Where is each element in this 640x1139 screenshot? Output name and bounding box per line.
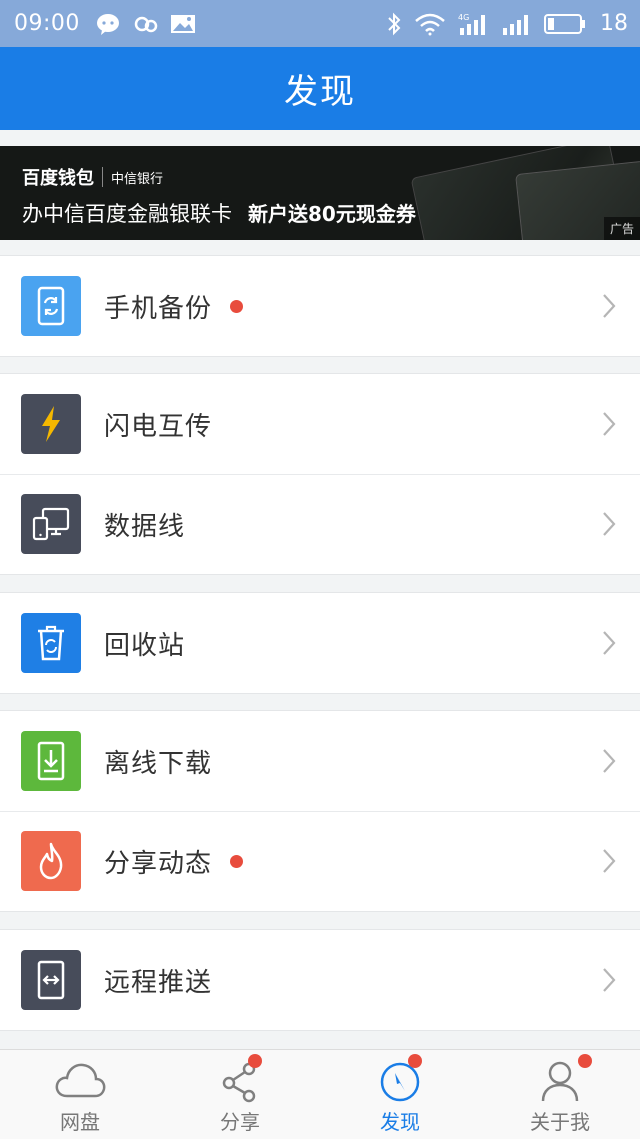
- menu-item-data-cable[interactable]: 数据线: [0, 474, 640, 574]
- banner-bank: 中信银行: [111, 171, 164, 187]
- flame-icon: [21, 831, 81, 891]
- menu-item-label: 闪电互传: [104, 411, 213, 442]
- menu-group-transfer: 闪电互传 数据线: [0, 373, 640, 575]
- devices-icon: [21, 494, 81, 554]
- bottom-tab-bar: 网盘 分享 发现 关于我: [0, 1049, 640, 1139]
- menu-item-remote-push[interactable]: 远程推送: [0, 930, 640, 1030]
- tab-label: 发现: [380, 1110, 420, 1134]
- svg-text:4G: 4G: [458, 13, 469, 22]
- image-icon: [170, 14, 195, 33]
- link-icon: [134, 16, 158, 32]
- notification-dot: [248, 1054, 262, 1068]
- tab-label: 网盘: [60, 1110, 100, 1134]
- trash-icon: [21, 613, 81, 673]
- menu-item-label: 离线下载: [104, 748, 213, 779]
- banner-brand: 百度钱包: [22, 168, 94, 189]
- wifi-icon: [415, 13, 445, 35]
- chevron-right-icon: [603, 294, 616, 318]
- notification-dot: [230, 299, 244, 313]
- menu-item-offline-download[interactable]: 离线下载: [0, 711, 640, 811]
- chevron-right-icon: [603, 512, 616, 536]
- status-bar: 09:00 4G 18: [0, 0, 640, 47]
- battery-level: 18: [600, 11, 628, 36]
- menu-item-label: 数据线: [104, 511, 186, 542]
- lightning-icon: [21, 394, 81, 454]
- menu-group-backup: 手机备份: [0, 255, 640, 357]
- menu-group-recycle: 回收站: [0, 592, 640, 694]
- download-icon: [21, 731, 81, 791]
- menu-group-download: 离线下载 分享动态: [0, 710, 640, 912]
- banner-divider: [102, 167, 103, 187]
- menu-item-label: 分享动态: [104, 848, 213, 879]
- chevron-right-icon: [603, 968, 616, 992]
- menu-item-share-feed[interactable]: 分享动态: [0, 811, 640, 911]
- menu-item-recycle-bin[interactable]: 回收站: [0, 593, 640, 693]
- wechat-icon: [96, 13, 119, 35]
- menu-item-label: 远程推送: [104, 967, 213, 998]
- signal-icon: [503, 14, 528, 35]
- banner-promo: 新户送80元现金券: [248, 202, 416, 226]
- remote-push-icon: [21, 950, 81, 1010]
- notification-dot: [408, 1054, 422, 1068]
- chevron-right-icon: [603, 412, 616, 436]
- page-title: 发现: [284, 72, 356, 112]
- menu-group-remote: 远程推送: [0, 929, 640, 1031]
- banner-text: 办中信百度金融银联卡: [22, 202, 232, 226]
- ad-banner[interactable]: 百度钱包 中信银行 办中信百度金融银联卡 新户送80元现金券 广告: [0, 146, 640, 240]
- person-icon: [541, 1061, 579, 1102]
- chevron-right-icon: [603, 631, 616, 655]
- tab-share[interactable]: 分享: [160, 1050, 320, 1139]
- chevron-right-icon: [603, 749, 616, 773]
- chevron-right-icon: [603, 849, 616, 873]
- menu-item-label: 回收站: [104, 630, 186, 661]
- app-header: 发现: [0, 47, 640, 130]
- status-time: 09:00: [14, 11, 80, 36]
- battery-icon: [544, 13, 585, 34]
- tab-cloud-drive[interactable]: 网盘: [0, 1050, 160, 1139]
- phone-sync-icon: [21, 276, 81, 336]
- menu-item-backup[interactable]: 手机备份: [0, 256, 640, 356]
- notification-dot: [578, 1054, 592, 1068]
- signal-4g-icon: 4G: [458, 13, 485, 35]
- tab-label: 关于我: [530, 1110, 590, 1134]
- menu-item-flash-transfer[interactable]: 闪电互传: [0, 374, 640, 474]
- tab-discover[interactable]: 发现: [320, 1050, 480, 1139]
- bluetooth-icon: [388, 12, 401, 35]
- tab-label: 分享: [220, 1110, 260, 1134]
- ad-label: 广告: [603, 217, 640, 240]
- notification-dot: [230, 854, 244, 868]
- cloud-icon: [55, 1063, 106, 1098]
- tab-about-me[interactable]: 关于我: [480, 1050, 640, 1139]
- menu-item-label: 手机备份: [104, 293, 213, 324]
